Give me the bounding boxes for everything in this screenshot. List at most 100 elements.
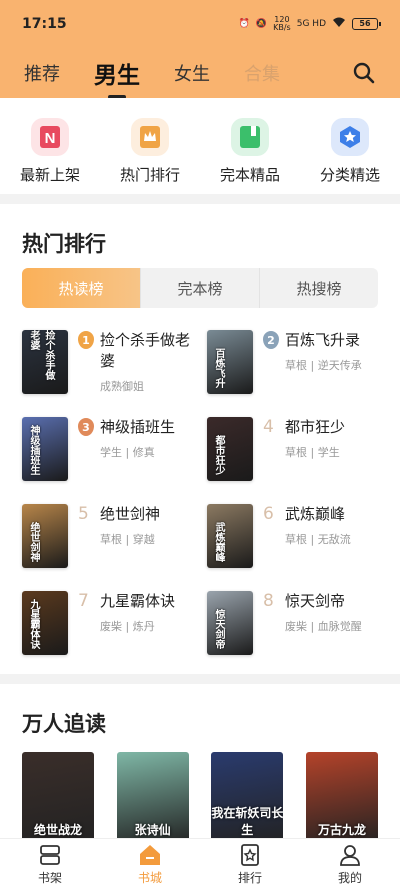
book-cover[interactable]: 捡个杀手做老婆: [22, 330, 68, 394]
status-icons: ⏰ 🔕 120 KB/s 5G HD 56: [238, 16, 381, 32]
popular-section: 万人追读 绝世战龙 张诗仙 我在斩妖司长生 万古九龙: [0, 684, 400, 844]
rank-item[interactable]: 神级插班生 3 神级插班生 学生 | 修真: [22, 417, 193, 504]
nav-bookstore[interactable]: 书城: [115, 842, 185, 886]
star-icon: [331, 118, 369, 156]
new-icon: N: [31, 118, 69, 156]
category-label: 热门排行: [119, 166, 180, 184]
popular-book-cover[interactable]: 万古九龙: [305, 752, 378, 844]
book-tags: 废柴 | 炼丹: [100, 620, 155, 633]
category-hot-ranking[interactable]: 热门排行: [105, 118, 195, 194]
bookshelf-icon: [40, 845, 60, 865]
tab-collection[interactable]: 合集: [244, 60, 280, 86]
popular-book-cover[interactable]: 我在斩妖司长生: [211, 752, 284, 844]
cover-title: 张诗仙: [134, 823, 171, 837]
rank-item[interactable]: 绝世剑神 5 绝世剑神 草根 | 穿越: [22, 504, 193, 591]
book-title[interactable]: 捡个杀手做老婆: [100, 330, 193, 372]
book-cover[interactable]: 绝世剑神: [22, 504, 68, 568]
category-label: 分类精选: [319, 166, 380, 184]
book-title[interactable]: 九星霸体诀: [100, 591, 175, 612]
rank-item[interactable]: 捡个杀手做老婆 1 捡个杀手做老婆成熟御姐: [22, 330, 193, 417]
wifi-icon: [332, 17, 346, 31]
book-title[interactable]: 惊天剑帝: [285, 591, 345, 612]
book-cover[interactable]: 百炼飞升: [207, 330, 253, 394]
category-newest[interactable]: N 最新上架: [5, 118, 95, 194]
cover-title: 绝世战龙: [33, 823, 82, 837]
alarm-icon: ⏰: [238, 19, 250, 29]
rank-item[interactable]: 武炼巅峰 6 武炼巅峰 草根 | 无敌流: [207, 504, 378, 591]
cover-title: 神级插班生: [28, 425, 39, 475]
mute-icon: 🔕: [255, 19, 268, 29]
svg-text:N: N: [45, 130, 56, 147]
ranking-tabs: 热读榜 完本榜 热搜榜: [22, 268, 378, 308]
bookstore-icon: [140, 845, 160, 865]
book-tags: 学生 | 修真: [100, 446, 155, 459]
book-title[interactable]: 都市狂少: [285, 417, 345, 438]
book-title[interactable]: 绝世剑神: [100, 504, 160, 525]
crown-icon: [131, 118, 169, 156]
book-title[interactable]: 武炼巅峰: [285, 504, 345, 525]
cover-title: 武炼巅峰: [213, 522, 224, 562]
book-tags: 草根 | 学生: [285, 446, 340, 459]
rank-number: 4: [263, 417, 274, 437]
cover-title: 百炼飞升: [213, 348, 224, 388]
status-bar: 17:15 ⏰ 🔕 120 KB/s 5G HD 56: [0, 0, 400, 48]
net-speed-unit: KB/s: [273, 23, 291, 32]
rank-item[interactable]: 惊天剑帝 8 惊天剑帝 废柴 | 血脉觉醒: [207, 591, 378, 678]
cover-title: 九星霸体诀: [28, 599, 39, 649]
cover-title: 捡个杀手做老婆: [28, 330, 54, 380]
category-shortcuts: N 最新上架 热门排行 完本精品 分类精选: [0, 98, 400, 194]
book-cover[interactable]: 九星霸体诀: [22, 591, 68, 655]
nav-ranking[interactable]: 排行: [215, 842, 285, 886]
book-cover[interactable]: 惊天剑帝: [207, 591, 253, 655]
battery-icon: 56: [352, 18, 381, 30]
rank-number: 6: [263, 504, 274, 524]
book-icon: [231, 118, 269, 156]
category-picks[interactable]: 分类精选: [305, 118, 395, 194]
book-cover[interactable]: 武炼巅峰: [207, 504, 253, 568]
ranking-section: 热门排行 热读榜 完本榜 热搜榜 捡个杀手做老婆 1 捡个杀手做老婆成熟御姐 百炼飞升…: [0, 204, 400, 674]
category-completed[interactable]: 完本精品: [205, 118, 295, 194]
book-title[interactable]: 神级插班生: [100, 417, 175, 438]
category-label: 完本精品: [219, 166, 280, 184]
book-tags: 成熟御姐: [100, 380, 144, 393]
tab-male[interactable]: 男生: [94, 56, 140, 90]
tab-female[interactable]: 女生: [174, 60, 210, 86]
cover-title: 惊天剑帝: [213, 609, 224, 649]
cover-title: 万古九龙: [317, 823, 366, 837]
tab-completed[interactable]: 完本榜: [141, 268, 260, 308]
rank-item[interactable]: 百炼飞升 2 百炼飞升录草根 | 逆天传承: [207, 330, 378, 417]
top-nav: 推荐 男生 女生 合集: [0, 48, 400, 98]
cover-title: 都市狂少: [213, 435, 224, 475]
rank-item[interactable]: 都市狂少 4 都市狂少 草根 | 学生: [207, 417, 378, 504]
popular-books: 绝世战龙 张诗仙 我在斩妖司长生万古九龙: [22, 752, 378, 844]
ranking-icon: [241, 844, 259, 866]
rank-number: 8: [263, 591, 274, 611]
popular-book-cover[interactable]: 张诗仙: [116, 752, 189, 844]
nav-profile[interactable]: 我的: [315, 842, 385, 886]
cover-title: 我在斩妖司长生: [211, 806, 284, 837]
book-cover[interactable]: 神级插班生: [22, 417, 68, 481]
search-icon[interactable]: [352, 61, 376, 85]
book-cover[interactable]: 都市狂少: [207, 417, 253, 481]
tab-hot-read[interactable]: 热读榜: [22, 268, 141, 308]
ranking-list: 捡个杀手做老婆 1 捡个杀手做老婆成熟御姐 百炼飞升 2 百炼飞升录草根 | 逆天传承神级…: [22, 330, 378, 678]
book-tags: 废柴 | 血脉觉醒: [285, 620, 362, 633]
popular-book-cover[interactable]: 绝世战龙: [22, 752, 94, 844]
nav-label: 书架: [37, 871, 62, 885]
nav-bookshelf[interactable]: 书架: [15, 842, 85, 886]
status-time: 17:15: [22, 16, 67, 32]
rank-number: 5: [78, 504, 89, 524]
signal-label: 5G HD: [296, 19, 326, 29]
rank-item[interactable]: 九星霸体诀 7 九星霸体诀 废柴 | 炼丹: [22, 591, 193, 678]
book-title[interactable]: 百炼飞升录: [285, 330, 360, 351]
rank-badge: 1: [78, 331, 94, 349]
rank-badge: 2: [263, 331, 279, 349]
bottom-nav: 书架 书城 排行 我的: [0, 838, 400, 889]
ranking-title: 热门排行: [22, 232, 106, 256]
book-tags: 草根 | 逆天传承: [285, 359, 362, 372]
book-tags: 草根 | 无敌流: [285, 533, 351, 546]
nav-label: 书城: [137, 871, 162, 885]
tab-hot-search[interactable]: 热搜榜: [260, 268, 378, 308]
tab-recommend[interactable]: 推荐: [24, 60, 60, 86]
category-label: 最新上架: [19, 166, 80, 184]
